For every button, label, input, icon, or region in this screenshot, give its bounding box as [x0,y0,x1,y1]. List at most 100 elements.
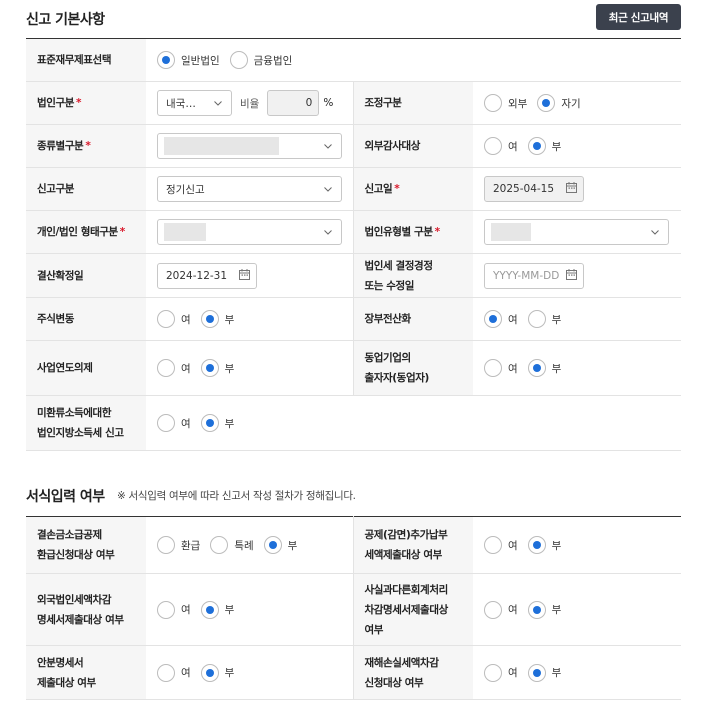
radio-checked-icon [527,137,546,155]
stock-change-option-no[interactable]: 부 [200,310,234,328]
partner-label: 동업기업의 출자자(동업자) [352,340,473,396]
section-title-basic: 신고 기본사항 [26,12,105,28]
chevron-down-icon [650,227,660,237]
ledger-comp-option-no[interactable]: 부 [527,310,561,328]
radio-unchecked-icon [229,51,248,69]
fiscal-year-option-no[interactable]: 부 [200,359,234,377]
fiscal-year-option-yes[interactable]: 여 [157,359,191,377]
disaster-option-yes[interactable]: 여 [484,663,518,682]
ext-audit-option-yes[interactable]: 여 [484,137,518,155]
stock-change-radio-group: 여 부 [157,310,353,328]
radio-checked-icon [200,414,219,432]
unreturned-option-no[interactable]: 부 [200,414,234,432]
radio-unchecked-icon [157,310,175,328]
adjust-option-external[interactable]: 외부 [484,94,527,112]
foreign-option-yes[interactable]: 여 [157,600,191,619]
ratio-unit: % [323,97,334,109]
ledger-comp-option-yes[interactable]: 여 [484,310,518,328]
unreturned-label: 미환류소득에대한 법인지방소득세 신고 [26,395,146,451]
radio-unchecked-icon [210,536,229,554]
disaster-radio-group: 여 부 [484,663,681,682]
ext-audit-label: 외부감사대상 [352,124,473,168]
tax-fix-date-input[interactable]: YYYY-MM-DD [484,262,584,289]
radio-unchecked-icon [484,137,502,155]
input-section-note: ※ 서식입력 여부에 따라 신고서 작성 절차가 정해집니다. [117,490,356,502]
loss-refund-radio-group: 환급 특례 부 [157,536,353,554]
radio-unchecked-icon [484,536,502,554]
radio-unchecked-icon [157,359,175,377]
radio-checked-icon [263,536,282,554]
settle-date-label: 결산확정일 [26,253,146,298]
settle-date-input[interactable]: 2024-12-31 [157,262,257,289]
adjust-option-self[interactable]: 자기 [537,94,581,112]
disaster-label: 재해손실세액차감 신청대상 여부 [352,645,473,700]
radio-checked-icon [527,600,546,619]
chevron-down-icon [323,141,333,151]
radio-unchecked-icon [484,359,502,377]
report-type-label: 신고구분 [26,167,146,211]
basic-info-table: 표준재무제표선택 일반법인 금융법인 법인구분 * 내국… 비율 0 % 조정구분… [26,38,682,451]
allocation-radio-group: 여 부 [157,663,353,682]
report-date-input[interactable]: 2025-04-15 [484,176,584,202]
unreturned-option-yes[interactable]: 여 [157,414,191,432]
chevron-down-icon [323,227,333,237]
ledger-comp-radio-group: 여 부 [484,310,681,328]
ext-audit-option-no[interactable]: 부 [527,137,561,155]
report-type-select[interactable]: 정기신고 [157,176,342,202]
ext-audit-radio-group: 여 부 [484,137,681,155]
radio-checked-icon [537,94,556,112]
radio-checked-icon [200,310,219,328]
redacted-value [164,137,279,155]
allocation-option-yes[interactable]: 여 [157,663,191,682]
required-mark: * [434,226,441,238]
fact-option-yes[interactable]: 여 [484,600,518,619]
calendar-icon [566,268,577,283]
required-mark: * [76,97,82,109]
corp-type-label: 법인구분 * [26,81,146,125]
radio-unchecked-icon [484,663,502,682]
foreign-option-no[interactable]: 부 [200,600,234,619]
loss-refund-option-special[interactable]: 특례 [210,536,254,554]
radio-checked-icon [200,663,219,682]
loss-refund-option-refund[interactable]: 환급 [157,536,200,554]
deduction-option-yes[interactable]: 여 [484,536,518,554]
kind-type-select[interactable] [157,133,342,159]
deduction-option-no[interactable]: 부 [527,536,561,554]
kind-type-label: 종류별구분 * [26,124,146,168]
radio-unchecked-icon [484,600,502,619]
required-mark: * [119,226,126,238]
std-fs-option-finance[interactable]: 금융법인 [229,51,292,69]
stock-change-option-yes[interactable]: 여 [157,310,191,328]
corp-kind-select[interactable] [484,219,669,245]
form-type-select[interactable] [157,219,342,245]
fact-option-no[interactable]: 부 [527,600,561,619]
std-fs-option-general[interactable]: 일반법인 [157,51,220,69]
std-fs-radio-group: 일반법인 금융법인 [157,51,681,69]
partner-option-no[interactable]: 부 [527,359,561,377]
report-date-label: 신고일 * [352,167,473,211]
redacted-value [491,223,531,241]
allocation-option-no[interactable]: 부 [200,663,234,682]
redacted-value [164,223,206,241]
input-status-table: 결손금소급공제 환급신청대상 여부 환급 특례 부 공제(감면)추가납부 세액제출대… [26,516,681,700]
partner-option-yes[interactable]: 여 [484,359,518,377]
radio-unchecked-icon [157,663,175,682]
corp-type-select[interactable]: 내국… [157,90,232,116]
adjust-type-radio-group: 외부 자기 [484,94,681,112]
required-mark: * [85,140,91,152]
recent-history-button[interactable]: 최근 신고내역 [596,4,681,30]
loss-refund-option-no[interactable]: 부 [263,536,297,554]
radio-checked-icon [200,359,219,377]
partner-radio-group: 여 부 [484,359,681,377]
radio-checked-icon [527,359,546,377]
fact-radio-group: 여 부 [484,600,681,619]
fiscal-year-label: 사업연도의제 [26,340,146,396]
radio-unchecked-icon [527,310,546,328]
ratio-input[interactable]: 0 [267,90,320,116]
radio-checked-icon [527,663,546,682]
radio-unchecked-icon [484,94,502,112]
disaster-option-no[interactable]: 부 [527,663,561,682]
ratio-label: 비율 [240,97,260,110]
chevron-down-icon [213,98,223,108]
radio-unchecked-icon [157,600,175,619]
